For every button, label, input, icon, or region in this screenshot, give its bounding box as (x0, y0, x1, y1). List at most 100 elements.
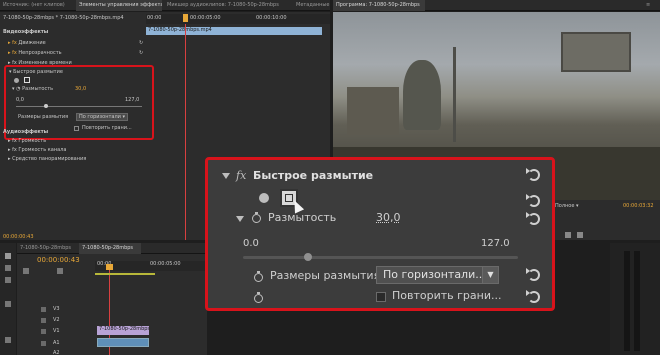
zoom-callout: fx Быстрое размытие Размытость 30,0 0.0 … (205, 157, 555, 311)
blurred-building (347, 87, 399, 135)
tools-column (0, 243, 16, 355)
ec-ruler-tick: 00:00:05:00 (190, 15, 221, 22)
stopwatch-icon[interactable] (252, 214, 261, 223)
ec-playhead-marker[interactable] (183, 14, 188, 22)
effect-volume-label: Громкость (18, 138, 46, 144)
ec-ruler: 00:00 00:00:05:00 00:00:10:00 (146, 14, 330, 24)
timeline-timecode[interactable]: 00:00:00:43 (37, 256, 80, 264)
track-a2[interactable]: A2 (53, 350, 60, 355)
zoom-slider-max: 127.0 (481, 238, 510, 249)
blurred-tree (403, 60, 441, 130)
track-lock-icon[interactable] (41, 307, 46, 312)
ec-timecode[interactable]: 00:00:00:43 (3, 234, 34, 241)
tab-source[interactable]: Источник: (нет клипов) (0, 0, 75, 11)
zoom-slider-min: 0.0 (243, 238, 259, 249)
zoom-repeat-label: Повторить грани... (392, 289, 501, 302)
timeline-tab-bar: 7-1080-50p-28mbps 7-1080-50p-28mbps (17, 243, 207, 254)
blurriness-row: ▾ ◔ Размытость (12, 86, 53, 93)
blurriness-slider[interactable] (16, 106, 142, 107)
fast-blur-label: Быстрое размытие (13, 69, 63, 75)
track-v3[interactable]: V3 (53, 306, 60, 313)
tab-effect-controls[interactable]: Элементы управления эффектами (76, 0, 162, 11)
snap-icon[interactable] (23, 268, 29, 274)
effect-panner[interactable]: ▸ Средство панорамирования (8, 156, 86, 163)
hand-tool-icon[interactable] (5, 337, 11, 343)
rect-mask-icon[interactable] (24, 77, 30, 83)
left-tab-bar: Источник: (нет клипов) Элементы управлен… (0, 0, 330, 11)
clip-v1[interactable]: 7-1080-50p-28mbps.m (97, 326, 149, 335)
zoom-slider-thumb[interactable] (304, 253, 312, 261)
zoom-blurriness-value[interactable]: 30,0 (376, 211, 401, 224)
reset-icon[interactable] (528, 213, 540, 225)
track-v2[interactable]: V2 (53, 317, 60, 324)
zoom-blur-dim-value: По горизонтали... (383, 268, 486, 281)
program-timecode[interactable]: 00:00:03:32 (623, 203, 654, 210)
razor-tool-icon[interactable] (5, 301, 11, 307)
marker-icon[interactable] (57, 268, 63, 274)
track-v1[interactable]: V1 (53, 328, 60, 335)
blur-dim-select-value: По горизонтали (79, 114, 121, 120)
audio-meters (610, 243, 660, 355)
blurriness-value[interactable]: 30,0 (75, 86, 86, 93)
slider-max: 127,0 (125, 97, 139, 104)
blurred-pole (453, 47, 456, 142)
zoom-repeat-checkbox[interactable] (376, 292, 386, 302)
timeline-playhead-head[interactable] (106, 264, 113, 270)
ellipse-mask-icon[interactable] (259, 193, 269, 203)
tab-timeline-1[interactable]: 7-1080-50p-28mbps (17, 243, 77, 254)
timeline-ruler-tick: 00:00:05:00 (150, 261, 181, 268)
reset-icon[interactable] (528, 291, 540, 303)
ripple-tool-icon[interactable] (5, 277, 11, 283)
tab-timeline-2[interactable]: 7-1080-50p-28mbps (79, 243, 141, 254)
reset-icon[interactable] (528, 269, 540, 281)
blur-dim-label: Размеры размытия (18, 114, 68, 121)
tab-audio-mixer[interactable]: Микшер аудиоклипов: 7-1080-50p-28mbps (164, 0, 292, 11)
ellipse-mask-icon[interactable] (14, 78, 19, 83)
zoom-blurriness-slider[interactable] (243, 256, 518, 259)
reset-icon[interactable]: ↻ (139, 40, 143, 47)
track-lock-icon[interactable] (41, 318, 46, 323)
collapse-triangle-icon[interactable] (222, 173, 230, 179)
effect-volume[interactable]: ▸ fx Громкость (8, 138, 46, 145)
reset-icon[interactable] (528, 195, 540, 207)
effect-opacity-label: Непрозрачность (18, 50, 61, 56)
ec-clip-bar: 7-1080-50p-28mbps.mp4 (146, 27, 322, 35)
effect-channel-volume-label: Громкость канала (18, 147, 66, 153)
tab-metadata[interactable]: Метаданные (293, 0, 330, 11)
repeat-label: Повторить грани... (82, 125, 132, 132)
effect-opacity[interactable]: ▸ fx Непрозрачность (8, 50, 62, 57)
collapse-triangle-icon[interactable] (236, 216, 244, 222)
track-lock-icon[interactable] (41, 341, 46, 346)
zoom-blur-dim-label: Размеры размытия (270, 269, 380, 282)
track-select-tool-icon[interactable] (5, 265, 11, 271)
transport-button[interactable] (565, 232, 571, 238)
repeat-checkbox[interactable] (74, 126, 79, 131)
effect-motion-label: Движение (18, 40, 45, 46)
blur-dim-select[interactable]: По горизонтали ▾ (76, 113, 128, 121)
panel-menu-icon[interactable]: ≡ (643, 0, 657, 11)
fit-select[interactable]: Полное ▾ (555, 203, 579, 210)
effect-fast-blur[interactable]: ▾ Быстрое размытие (9, 69, 63, 76)
work-area-bar[interactable] (95, 273, 155, 275)
tab-program[interactable]: Программа: 7-1080-50p-28mbps (333, 0, 425, 11)
zoom-effect-title[interactable]: Быстрое размытие (253, 169, 373, 182)
selection-tool-icon[interactable] (5, 253, 11, 259)
reset-icon[interactable]: ↻ (139, 50, 143, 57)
meter-bar (634, 251, 640, 351)
effect-channel-volume[interactable]: ▸ fx Громкость канала (8, 147, 66, 154)
transport-button[interactable] (577, 232, 583, 238)
slider-thumb[interactable] (44, 104, 48, 108)
stopwatch-icon[interactable] (254, 294, 263, 303)
stopwatch-icon[interactable] (254, 273, 263, 282)
effect-panner-label: Средство панорамирования (12, 156, 86, 162)
fit-select-value: Полное (555, 203, 574, 209)
reset-icon[interactable] (528, 169, 540, 181)
blurriness-label: Размытость (22, 86, 53, 92)
slider-min: 0,0 (16, 97, 24, 104)
track-a1[interactable]: A1 (53, 340, 60, 347)
fx-badge: fx (236, 169, 246, 182)
zoom-blur-dim-select[interactable]: По горизонтали... ▼ (376, 266, 499, 284)
track-lock-icon[interactable] (41, 329, 46, 334)
clip-a1[interactable] (97, 338, 149, 347)
effect-motion[interactable]: ▸ fx Движение (8, 40, 46, 47)
